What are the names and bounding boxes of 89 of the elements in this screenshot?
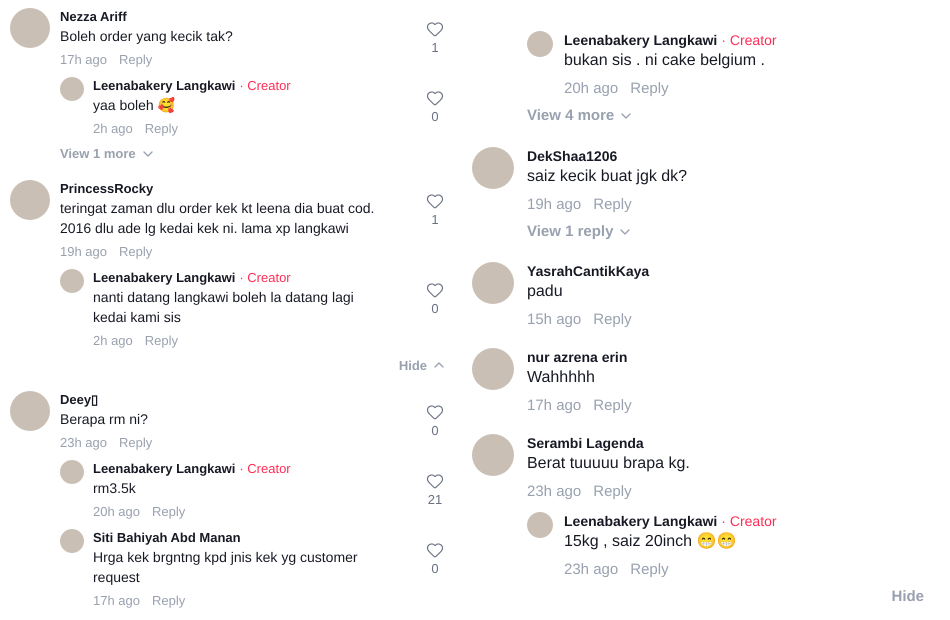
username[interactable]: Siti Bahiyah Abd Manan: [93, 529, 241, 547]
view-more-link[interactable]: View 4 more: [527, 105, 634, 128]
username[interactable]: Serambi Lagenda: [527, 434, 644, 452]
username[interactable]: Leenabakery Langkawi: [93, 460, 236, 478]
avatar[interactable]: [10, 180, 50, 220]
creator-label: · Creator: [239, 460, 291, 478]
heart-icon[interactable]: [426, 541, 444, 559]
creator-label: · Creator: [721, 512, 777, 530]
username[interactable]: nur azrena erin: [527, 348, 628, 366]
creator-label: · Creator: [239, 268, 291, 286]
reply-link[interactable]: Reply: [630, 561, 669, 579]
like-count: 0: [431, 561, 439, 577]
reply-link[interactable]: Reply: [593, 196, 632, 214]
creator-label: · Creator: [239, 77, 291, 95]
like-count: 0: [431, 423, 439, 439]
reply-link[interactable]: Reply: [119, 52, 152, 68]
timestamp: 23h ago: [60, 435, 107, 451]
hide-link[interactable]: Hide: [398, 356, 447, 375]
comment-text: rm3.5k: [93, 479, 137, 498]
comment-text: Berapa rm ni?: [60, 410, 149, 429]
comment-text: Wahhhhh: [527, 368, 596, 388]
timestamp: 23h ago: [564, 561, 618, 579]
comment-text: saiz kecik buat jgk dk?: [527, 166, 688, 186]
reply-link[interactable]: Reply: [152, 593, 186, 609]
timestamp: 2h ago: [93, 121, 133, 137]
heart-icon[interactable]: [426, 280, 444, 298]
username[interactable]: Leenabakery Langkawi: [564, 512, 718, 530]
reply-link[interactable]: Reply: [144, 121, 178, 137]
reply-link[interactable]: Reply: [593, 311, 632, 329]
like-count: 0: [431, 300, 439, 316]
reply-link[interactable]: Reply: [152, 504, 186, 520]
username[interactable]: YasrahCantikKaya: [527, 262, 650, 280]
comment-text: padu: [527, 282, 564, 302]
username[interactable]: Deey▯: [60, 391, 98, 409]
heart-icon[interactable]: [426, 472, 444, 490]
timestamp: 20h ago: [564, 80, 618, 98]
avatar[interactable]: [527, 31, 553, 57]
timestamp: 17h ago: [527, 397, 582, 415]
avatar[interactable]: [472, 434, 514, 476]
reply-link[interactable]: Reply: [593, 483, 632, 501]
avatar[interactable]: [527, 512, 553, 538]
comment-text: bukan sis . ni cake belgium .: [564, 51, 766, 71]
avatar[interactable]: [60, 529, 84, 553]
like-count: 21: [428, 492, 442, 508]
like-count: 1: [431, 212, 439, 228]
view-more-link[interactable]: View 1 more: [60, 144, 156, 164]
timestamp: 23h ago: [527, 483, 582, 501]
avatar[interactable]: [60, 268, 84, 292]
creator-label: · Creator: [721, 31, 777, 49]
comment-text: teringat zaman dlu order kek kt leena dia buat cod. 2016 dlu ade lg kedai kek ni. lama xp langkawi: [60, 198, 376, 238]
timestamp: 20h ago: [93, 504, 140, 520]
comment-text: Hrga kek brgntng kpd jnis kek yg customer request: [93, 548, 359, 587]
timestamp: 17h ago: [60, 52, 107, 68]
heart-icon[interactable]: [426, 403, 444, 421]
timestamp: 17h ago: [93, 593, 140, 609]
comment-text: yaa boleh 🥰: [93, 96, 176, 115]
reply-link[interactable]: Reply: [144, 332, 178, 348]
timestamp: 19h ago: [60, 244, 107, 260]
hide-link[interactable]: Hide: [891, 586, 924, 608]
username[interactable]: Leenabakery Langkawi: [564, 31, 718, 49]
reply-link[interactable]: Reply: [119, 435, 152, 451]
heart-icon[interactable]: [426, 89, 444, 107]
heart-icon[interactable]: [426, 20, 444, 38]
reply-link[interactable]: Reply: [593, 397, 632, 415]
avatar[interactable]: [472, 348, 514, 390]
view-more-link[interactable]: View 1 reply: [527, 220, 634, 243]
timestamp: 15h ago: [527, 311, 582, 329]
avatar[interactable]: [10, 391, 50, 431]
like-count: 0: [431, 109, 439, 125]
avatar[interactable]: [60, 460, 84, 484]
username[interactable]: Leenabakery Langkawi: [93, 77, 236, 95]
like-count: 1: [431, 40, 439, 56]
username[interactable]: Leenabakery Langkawi: [93, 268, 236, 286]
avatar[interactable]: [472, 262, 514, 304]
timestamp: 19h ago: [527, 196, 582, 214]
comment-text: Boleh order yang kecik tak?: [60, 27, 234, 46]
avatar[interactable]: [10, 8, 50, 48]
heart-icon[interactable]: [426, 192, 444, 210]
comment-text: Berat tuuuuu brapa kg.: [527, 454, 691, 474]
reply-link[interactable]: Reply: [119, 244, 152, 260]
username[interactable]: PrincessRocky: [60, 180, 154, 198]
timestamp: 2h ago: [93, 332, 133, 348]
username[interactable]: Nezza Ariff: [60, 8, 127, 26]
comment-text: 15kg , saiz 20inch 😁😁: [564, 531, 738, 552]
avatar[interactable]: [472, 146, 514, 188]
avatar[interactable]: [60, 77, 84, 101]
comment-text: nanti datang langkawi boleh la datang lagi kedai kami sis: [93, 288, 355, 326]
username[interactable]: DekShaa1206: [527, 146, 618, 164]
reply-link[interactable]: Reply: [630, 80, 669, 98]
